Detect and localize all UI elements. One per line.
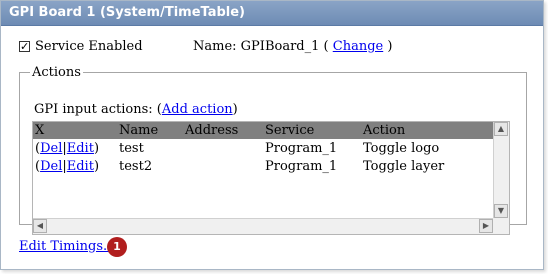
scroll-left-icon[interactable]: ◀ (33, 219, 47, 233)
service-enabled-label: Service Enabled (35, 39, 143, 54)
service-enabled-checkbox[interactable]: ✓ (19, 41, 30, 52)
name-close-paren: ) (387, 39, 393, 54)
notification-badge: 1 (107, 237, 127, 257)
edit-link[interactable]: Edit (67, 141, 94, 156)
gpi-board-panel: GPI Board 1 (System/TimeTable) ✓ Service… (0, 0, 544, 270)
table-row: (Del|Edit) test Program_1 Toggle logo (33, 139, 493, 157)
vertical-scrollbar[interactable]: ▲ ▼ (493, 122, 509, 218)
edit-timings-link[interactable]: Edit Timings... (19, 239, 115, 254)
column-header-x: X (33, 122, 117, 139)
table-row: (Del|Edit) test2 Program_1 Toggle layer (33, 157, 493, 175)
table-header-row: X Name Address Service Action (33, 122, 493, 139)
scrollbar-corner (493, 218, 509, 234)
row-service: Program_1 (265, 158, 338, 174)
column-header-service: Service (263, 122, 361, 139)
actions-table: X Name Address Service Action (Del|Edit)… (33, 122, 493, 175)
panel-titlebar: GPI Board 1 (System/TimeTable) (1, 1, 543, 26)
horizontal-scrollbar[interactable]: ◀ ▶ (33, 218, 493, 234)
actions-grid: X Name Address Service Action (Del|Edit)… (32, 121, 510, 235)
delete-link[interactable]: Del (40, 159, 62, 174)
actions-grid-viewport: X Name Address Service Action (Del|Edit)… (33, 122, 493, 218)
actions-legend: Actions (32, 65, 81, 80)
scroll-down-icon[interactable]: ▼ (494, 204, 508, 218)
scroll-right-icon[interactable]: ▶ (479, 219, 493, 233)
row-action: Toggle logo (363, 140, 440, 156)
panel-title: GPI Board 1 (System/TimeTable) (9, 5, 245, 20)
row-address (183, 139, 263, 157)
service-row: ✓ Service Enabled Name: GPIBoard_1 ( Cha… (19, 39, 543, 57)
name-open-paren: ( (323, 39, 329, 54)
gpi-input-actions-line: GPI input actions: (Add action) (34, 102, 238, 117)
row-action: Toggle layer (363, 158, 445, 174)
gpi-input-actions-label: GPI input actions: (34, 102, 153, 117)
add-action-link[interactable]: Add action (162, 102, 233, 117)
delete-link[interactable]: Del (40, 141, 62, 156)
row-service: Program_1 (265, 140, 338, 156)
edit-link[interactable]: Edit (67, 159, 94, 174)
name-row: Name: GPIBoard_1 ( Change ) (193, 39, 392, 54)
row-name: test (119, 140, 144, 156)
name-value: GPIBoard_1 (240, 39, 320, 54)
name-prefix: Name: (193, 39, 237, 54)
row-controls: (Del|Edit) (35, 158, 100, 174)
column-header-name: Name (117, 122, 183, 139)
change-name-link[interactable]: Change (333, 39, 383, 54)
actions-fieldset: Actions GPI input actions: (Add action) … (19, 65, 527, 235)
scroll-up-icon[interactable]: ▲ (494, 122, 508, 136)
column-header-address: Address (183, 122, 263, 139)
row-address (183, 157, 263, 175)
add-close-paren: ) (232, 102, 238, 117)
row-name: test2 (119, 158, 153, 174)
row-controls: (Del|Edit) (35, 140, 100, 156)
column-header-action: Action (361, 122, 493, 139)
